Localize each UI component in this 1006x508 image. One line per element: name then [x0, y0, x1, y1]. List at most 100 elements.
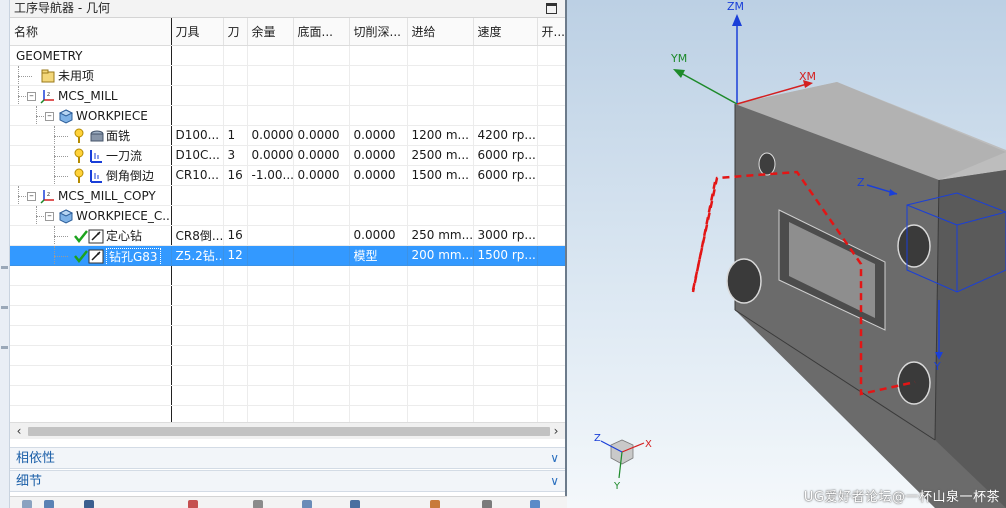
table-row[interactable]: – z MCS_MILL_COPY: [10, 185, 565, 206]
cell-name[interactable]: – z MCS_MILL: [10, 85, 172, 106]
cell-floor-stock: [293, 105, 350, 126]
toolbar-icon[interactable]: [482, 500, 492, 508]
col-header-tool[interactable]: 刀具: [171, 18, 224, 46]
col-header-feed[interactable]: 进给: [407, 18, 474, 46]
cell-feed: [407, 105, 474, 126]
empty-cell: [537, 365, 565, 386]
collapse-toggle-icon[interactable]: –: [45, 111, 54, 121]
cell-cut-depth: [349, 85, 408, 106]
table-row[interactable]: – WORKPIECE_C...: [10, 205, 565, 226]
empty-cell: [223, 285, 248, 306]
cell-name[interactable]: 未用项: [10, 65, 172, 86]
scrollbar-thumb[interactable]: [28, 427, 550, 436]
cell-tool-number: [223, 45, 248, 66]
toolbar-icon[interactable]: [253, 500, 263, 508]
bottom-toolbar: [10, 496, 567, 508]
cell-tool: [171, 185, 224, 206]
table-row[interactable]: 钻孔G83 Z5.2钻... 12 模型 200 mm... 1500 rp...: [10, 245, 565, 266]
operation-name: WORKPIECE: [76, 108, 148, 123]
table-row[interactable]: 定心钻 CR8倒... 16 0.0000 250 mm... 3000 rp...: [10, 225, 565, 246]
cell-name[interactable]: 定心钻: [10, 225, 172, 246]
maximize-icon[interactable]: [546, 3, 557, 14]
tree-connector: [54, 255, 68, 257]
workpiece-icon: [58, 208, 74, 224]
cell-name[interactable]: – WORKPIECE_C...: [10, 205, 172, 226]
col-header-cut-depth[interactable]: 切削深...: [349, 18, 408, 46]
empty-cell: [171, 305, 224, 326]
axis-xm-label: XM: [799, 70, 816, 83]
table-row[interactable]: 面铣 D100... 1 0.0000 0.0000 0.0000 1200 m... 420…: [10, 125, 565, 146]
cell-feed: [407, 65, 474, 86]
face-mill-icon: [88, 128, 104, 144]
empty-cell: [349, 325, 408, 346]
table-row[interactable]: 未用项: [10, 65, 565, 86]
collapse-toggle-icon[interactable]: –: [27, 191, 36, 201]
horizontal-scrollbar[interactable]: ‹ ›: [10, 422, 565, 439]
toolbar-icon[interactable]: [44, 500, 54, 508]
cell-name[interactable]: 一刀流: [10, 145, 172, 166]
axis-ym-label: YM: [670, 52, 687, 65]
empty-cell: [10, 405, 172, 422]
cell-speed: 6000 rp...: [473, 145, 538, 166]
toolbar-icon[interactable]: [188, 500, 198, 508]
collapse-toggle-icon[interactable]: –: [45, 211, 54, 221]
cell-tool-number: [223, 65, 248, 86]
col-header-name[interactable]: 名称: [10, 18, 172, 46]
cell-tool-number: [223, 85, 248, 106]
status-regenerate-icon: [74, 148, 86, 164]
empty-cell: [407, 285, 474, 306]
toolbar-icon[interactable]: [350, 500, 360, 508]
section-dependencies[interactable]: 相依性 ∨: [10, 447, 565, 469]
col-header-floor-stock[interactable]: 底面...: [293, 18, 350, 46]
col-header-stock[interactable]: 余量: [247, 18, 294, 46]
scroll-right-icon[interactable]: ›: [550, 425, 562, 437]
table-row[interactable]: 倒角倒边 CR10... 16 -1.00... 0.0000 0.0000 1500 m.…: [10, 165, 565, 186]
empty-cell: [293, 265, 350, 286]
cell-stock: [247, 245, 294, 266]
toolbar-icon[interactable]: [430, 500, 440, 508]
chevron-down-icon[interactable]: ∨: [550, 471, 559, 492]
cell-speed: [473, 205, 538, 226]
collapse-toggle-icon[interactable]: –: [27, 91, 36, 101]
op-icon: [88, 168, 104, 184]
toolbar-icon[interactable]: [22, 500, 32, 508]
empty-cell: [293, 365, 350, 386]
cell-name[interactable]: – WORKPIECE: [10, 105, 172, 126]
col-header-tool-number[interactable]: 刀: [223, 18, 248, 46]
cell-tool: [171, 45, 224, 66]
table-row[interactable]: – WORKPIECE: [10, 105, 565, 126]
table-row[interactable]: 一刀流 D10C... 3 0.0000 0.0000 0.0000 2500 m... 60…: [10, 145, 565, 166]
hole-bottom-left: [726, 258, 762, 304]
cell-open: [537, 245, 565, 266]
part-model-view: Z Y ZM XM YM X Y Z: [594, 0, 1006, 508]
toolbar-icon[interactable]: [302, 500, 312, 508]
axis-z-label: Z: [857, 176, 865, 189]
section-details[interactable]: 细节 ∨: [10, 470, 565, 492]
operation-name: 钻孔G83: [106, 247, 161, 264]
col-header-open[interactable]: 开...: [537, 18, 565, 46]
empty-cell: [293, 345, 350, 366]
graphics-viewport[interactable]: Z Y ZM XM YM X Y Z UG爱好者论坛@一杯山泉一杯茶: [567, 0, 1006, 508]
cell-name[interactable]: 倒角倒边: [10, 165, 172, 186]
table-row[interactable]: GEOMETRY: [10, 45, 565, 66]
cell-name[interactable]: – z MCS_MILL_COPY: [10, 185, 172, 206]
scroll-left-icon[interactable]: ‹: [13, 425, 25, 437]
col-header-speed[interactable]: 速度: [473, 18, 538, 46]
operation-name: GEOMETRY: [16, 48, 83, 63]
cell-name[interactable]: GEOMETRY: [10, 45, 172, 66]
cell-floor-stock: 0.0000: [293, 125, 350, 146]
empty-cell: [171, 385, 224, 406]
toolbar-icon[interactable]: [84, 500, 94, 508]
tree-connector: [18, 85, 19, 104]
cell-open: [537, 225, 565, 246]
chevron-down-icon[interactable]: ∨: [550, 448, 559, 469]
toolbar-icon[interactable]: [530, 500, 540, 508]
table-row[interactable]: – z MCS_MILL: [10, 85, 565, 106]
cell-name[interactable]: 面铣: [10, 125, 172, 146]
operation-name: 倒角倒边: [106, 168, 155, 183]
empty-cell: [10, 305, 172, 326]
cell-cut-depth: 模型: [349, 245, 408, 266]
cell-name[interactable]: 钻孔G83: [10, 245, 172, 266]
orientation-triad[interactable]: X Y Z: [594, 433, 652, 492]
cell-stock: [247, 85, 294, 106]
